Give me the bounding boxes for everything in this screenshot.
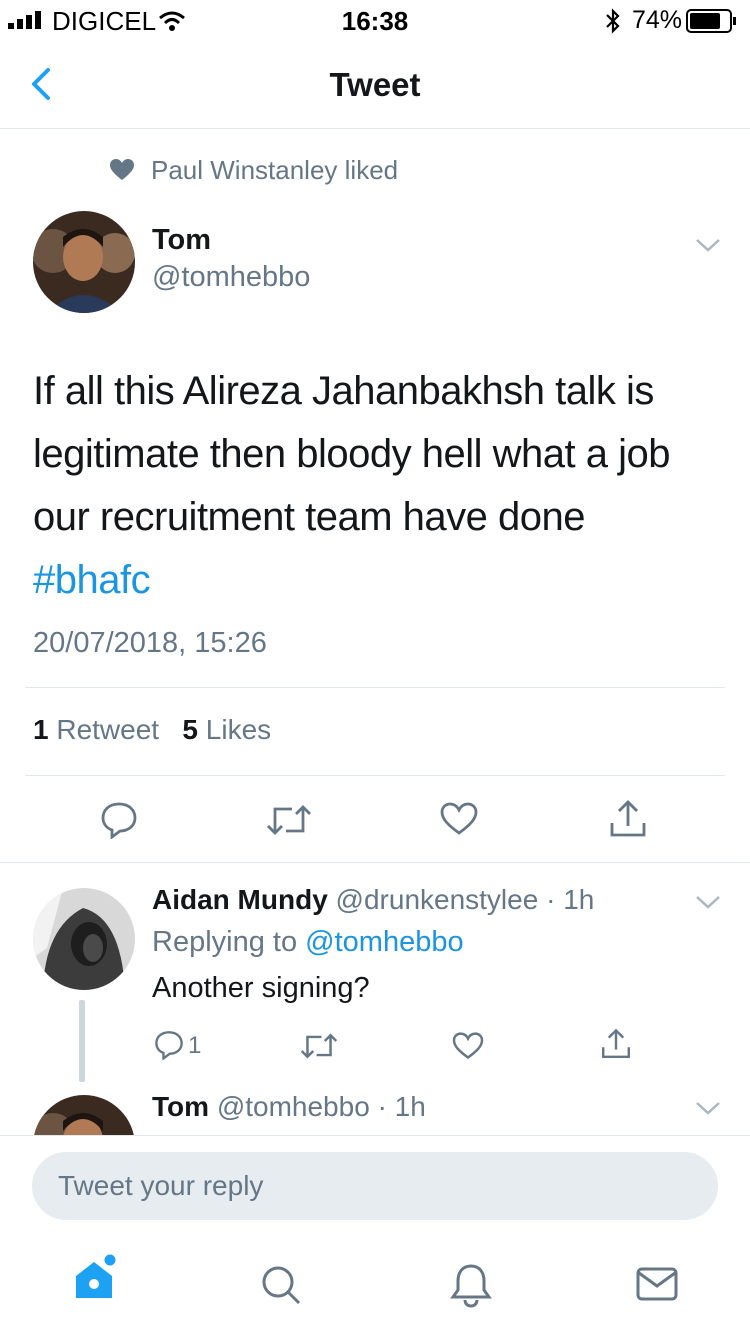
chevron-down-icon xyxy=(696,239,720,252)
author-handle[interactable]: @tomhebbo xyxy=(152,261,310,294)
reply-icon xyxy=(101,802,137,839)
social-context[interactable]: Paul Winstanley liked xyxy=(151,155,398,186)
bluetooth-icon xyxy=(606,8,620,34)
search-icon xyxy=(262,1266,301,1305)
reply-author-name[interactable]: Tom xyxy=(152,1091,209,1122)
like-icon xyxy=(440,802,478,835)
retweet-icon xyxy=(267,805,311,835)
reply-menu-button[interactable] xyxy=(694,893,722,911)
replying-to-link[interactable]: @tomhebbo xyxy=(305,926,463,958)
avatar[interactable] xyxy=(33,1095,135,1135)
tweet-body: If all this Alireza Jahanbakhsh talk is … xyxy=(33,369,670,539)
tweet-menu-button[interactable] xyxy=(694,236,722,254)
chevron-down-icon xyxy=(696,1102,720,1115)
reply-button[interactable] xyxy=(100,801,138,839)
like-icon xyxy=(452,1032,484,1060)
navigation-bar: Tweet xyxy=(0,40,750,129)
reply-author-handle[interactable]: @tomhebbo xyxy=(217,1091,370,1122)
like-label: Likes xyxy=(205,714,272,745)
retweet-count: 1 xyxy=(33,714,49,745)
reply-share-button[interactable] xyxy=(600,1028,632,1060)
likes-link[interactable]: 5 Likes xyxy=(182,714,271,745)
tweet-timestamp: 20/07/2018, 15:26 xyxy=(33,627,267,659)
reply-like-button[interactable] xyxy=(452,1032,484,1060)
divider xyxy=(25,687,725,688)
tab-messages[interactable] xyxy=(636,1266,678,1302)
share-icon xyxy=(602,1028,630,1058)
tweet-text: If all this Alireza Jahanbakhsh talk is … xyxy=(33,360,723,612)
reply-time: · 1h xyxy=(377,1091,426,1122)
engagement-counts: 1 Retweet 5 Likes xyxy=(33,714,271,746)
retweets-link[interactable]: 1 Retweet xyxy=(33,714,159,745)
like-count: 5 xyxy=(182,714,198,745)
divider xyxy=(25,775,725,776)
like-button[interactable] xyxy=(440,802,478,836)
reply-item[interactable]: Tom @tomhebbo · 1h xyxy=(0,1085,750,1135)
home-icon xyxy=(76,1254,116,1298)
thread-line xyxy=(79,1000,85,1082)
reply-time: · 1h xyxy=(546,884,595,915)
avatar[interactable] xyxy=(33,211,135,313)
retweet-icon xyxy=(300,1033,338,1059)
divider xyxy=(0,1135,750,1136)
reply-menu-button[interactable] xyxy=(694,1099,722,1117)
share-button[interactable] xyxy=(608,799,648,839)
replying-prefix: Replying to xyxy=(152,926,298,958)
reply-reply-button[interactable] xyxy=(154,1030,184,1060)
reply-placeholder: Tweet your reply xyxy=(58,1170,264,1201)
reply-icon xyxy=(155,1031,183,1060)
reply-composer[interactable]: Tweet your reply xyxy=(32,1152,718,1220)
tab-notifications[interactable] xyxy=(450,1262,492,1308)
avatar[interactable] xyxy=(33,888,135,990)
hashtag-link[interactable]: #bhafc xyxy=(33,558,151,602)
reply-retweet-button[interactable] xyxy=(300,1032,338,1060)
reply-count: 1 xyxy=(188,1032,202,1059)
battery-icon xyxy=(686,9,736,33)
retweet-button[interactable] xyxy=(266,803,312,837)
reply-header: Aidan Mundy @drunkenstylee · 1h xyxy=(152,884,594,916)
heart-icon xyxy=(110,159,134,180)
battery-percent: 74% xyxy=(632,6,683,34)
retweet-label: Retweet xyxy=(56,714,160,745)
chevron-down-icon xyxy=(696,896,720,909)
tab-search[interactable] xyxy=(260,1264,302,1306)
replying-to: Replying to @tomhebbo xyxy=(152,926,464,959)
reply-author-name[interactable]: Aidan Mundy xyxy=(152,884,328,915)
reply-header: Tom @tomhebbo · 1h xyxy=(152,1091,426,1123)
reply-text: Another signing? xyxy=(152,972,370,1004)
page-title: Tweet xyxy=(329,66,421,103)
tab-home[interactable] xyxy=(72,1254,120,1304)
notifications-icon xyxy=(450,1264,492,1308)
share-icon xyxy=(610,800,646,837)
author-name[interactable]: Tom xyxy=(152,224,211,257)
messages-icon xyxy=(636,1267,678,1301)
divider xyxy=(0,862,750,863)
status-bar: DIGICEL 16:38 74% xyxy=(0,0,750,40)
reply-author-handle[interactable]: @drunkenstylee xyxy=(336,884,539,915)
tab-bar xyxy=(0,1238,750,1334)
